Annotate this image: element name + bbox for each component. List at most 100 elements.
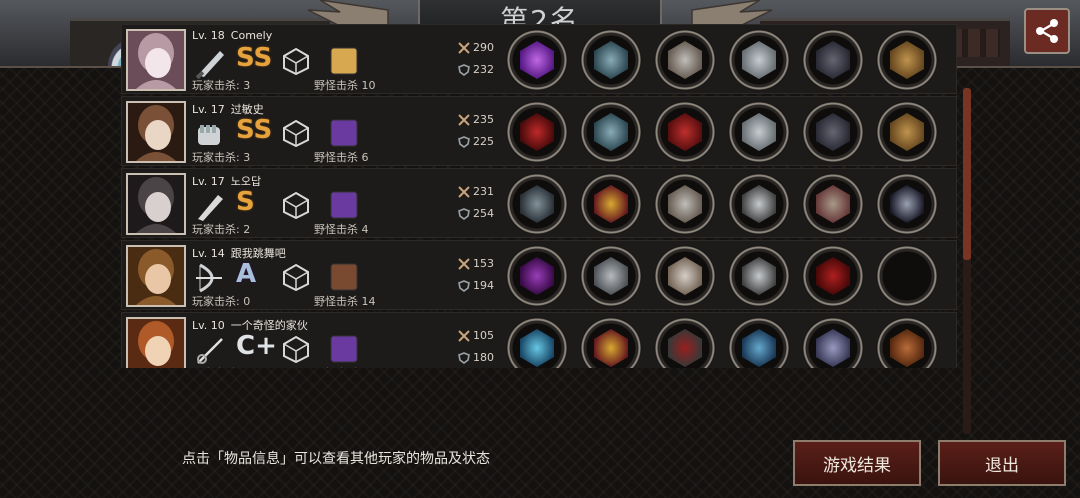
equipment-slot[interactable] [728,317,790,368]
player-row[interactable]: Lv. 18 Comely SS 玩家击杀: 3 野怪击杀 10 290 232 [121,24,957,94]
equipment-slot[interactable] [802,245,864,307]
equipment-slot[interactable] [876,173,938,235]
shield-disc-icon [742,185,776,223]
shield-icon [458,63,470,76]
player-kills: 玩家击杀: [192,365,240,368]
shield-icon [458,135,470,148]
monster-kills: 野怪击杀 10 [314,79,376,92]
exit-button[interactable]: 退出 [938,440,1066,486]
laser-sword-icon [520,41,554,79]
game-result-screen: 第2名 Lv. 18 Comely SS 玩家击杀: 3 野怪击杀 10 290… [0,0,1080,498]
avatar[interactable] [126,317,186,368]
empty-slot [884,253,930,299]
player-level: Lv. 14 [192,247,225,260]
game-result-button[interactable]: 游戏结果 [793,440,921,486]
pet-icon [330,335,358,363]
gauntlet-icon [742,41,776,79]
attack-stat: 153 [458,257,494,270]
equipment-slot[interactable] [728,173,790,235]
attack-stat: 235 [458,113,494,126]
attack-stat: 290 [458,41,494,54]
flag-icon [890,185,924,223]
crown-icon [594,185,628,223]
claw-glove-icon [816,41,850,79]
hint-text: 点击「物品信息」可以查看其他玩家的物品及状态 [182,451,490,467]
red-robe-icon [668,329,702,367]
crossed-swords-icon [458,329,470,342]
player-kills: 玩家击杀: 3 [192,79,251,92]
boots-icon [816,329,850,367]
equipment-slot[interactable] [506,317,568,368]
rune-icon [283,335,309,363]
player-row[interactable]: Lv. 17 过敏史 SS 玩家击杀: 3 野怪击杀 6 235 225 [121,96,957,166]
ice-rifle-icon [520,329,554,367]
equipment-slot[interactable] [802,317,864,368]
gauntlet-icon [742,113,776,151]
rune-icon [283,263,309,291]
equipment-slots [506,173,946,235]
equipment-slot[interactable] [802,173,864,235]
equipment-slot[interactable] [654,101,716,163]
red-heels-icon [816,257,850,295]
equipment-slot[interactable] [654,317,716,368]
pet-icon [330,263,358,291]
pet-icon [330,47,358,75]
scrollbar[interactable] [963,88,971,434]
equipment-slot[interactable] [580,173,642,235]
share-button[interactable] [1024,8,1070,54]
equipment-slot[interactable] [654,29,716,91]
equipment-slot[interactable] [654,173,716,235]
avatar[interactable] [126,29,186,91]
avatar[interactable] [126,173,186,235]
chest-armor-icon [668,185,702,223]
equipment-slot[interactable] [580,245,642,307]
crossed-swords-icon [458,113,470,126]
rapier-icon [197,338,223,364]
defense-stat: 180 [458,351,494,364]
equipment-slot[interactable] [802,29,864,91]
avatar[interactable] [126,101,186,163]
equipment-slot[interactable] [876,317,938,368]
bracer-icon [816,185,850,223]
attack-stat: 231 [458,185,494,198]
defense-stat: 225 [458,135,494,148]
equipment-slot[interactable] [506,245,568,307]
share-icon [1036,19,1058,43]
grade-badge: S [236,187,255,217]
equipment-slot[interactable] [728,245,790,307]
equipment-slots [506,101,946,163]
equipment-slot[interactable] [654,245,716,307]
equipment-slot[interactable] [802,101,864,163]
bow-icon [196,263,222,293]
equipment-slot[interactable] [876,101,938,163]
grade-badge: A [236,259,257,289]
player-row[interactable]: Lv. 14 跟我跳舞吧 A 玩家击杀: 0 野怪击杀 14 153 194 [121,240,957,310]
equipment-slot[interactable] [506,101,568,163]
claw-glove-icon [816,113,850,151]
helmet-icon [594,113,628,151]
player-level: Lv. 18 [192,29,225,42]
equipment-slot[interactable] [876,29,938,91]
scrollbar-thumb[interactable] [963,88,971,260]
player-list[interactable]: Lv. 18 Comely SS 玩家击杀: 3 野怪击杀 10 290 232 [121,24,957,368]
knight-helmet-icon [594,257,628,295]
equipment-slot[interactable] [580,317,642,368]
treasure-box-icon [890,41,924,79]
chest-armor-icon [668,41,702,79]
equipment-slot[interactable] [506,29,568,91]
equipment-slot[interactable] [580,29,642,91]
avatar[interactable] [126,245,186,307]
crossed-swords-icon [458,185,470,198]
treasure-box-icon [890,113,924,151]
cross-icon [890,329,924,367]
plate-armor-icon [668,257,702,295]
equipment-slot[interactable] [876,245,938,307]
gun-icon [520,185,554,223]
shield-disc-icon [742,257,776,295]
equipment-slot[interactable] [580,101,642,163]
equipment-slot[interactable] [506,173,568,235]
player-row[interactable]: Lv. 17 노오답 S 玩家击杀: 2 野怪击杀 4 231 254 [121,168,957,238]
equipment-slot[interactable] [728,101,790,163]
equipment-slot[interactable] [728,29,790,91]
player-row[interactable]: Lv. 10一个奇怪的家伙 C+ 玩家击杀: 野怪击杀 105 180 [121,312,957,368]
